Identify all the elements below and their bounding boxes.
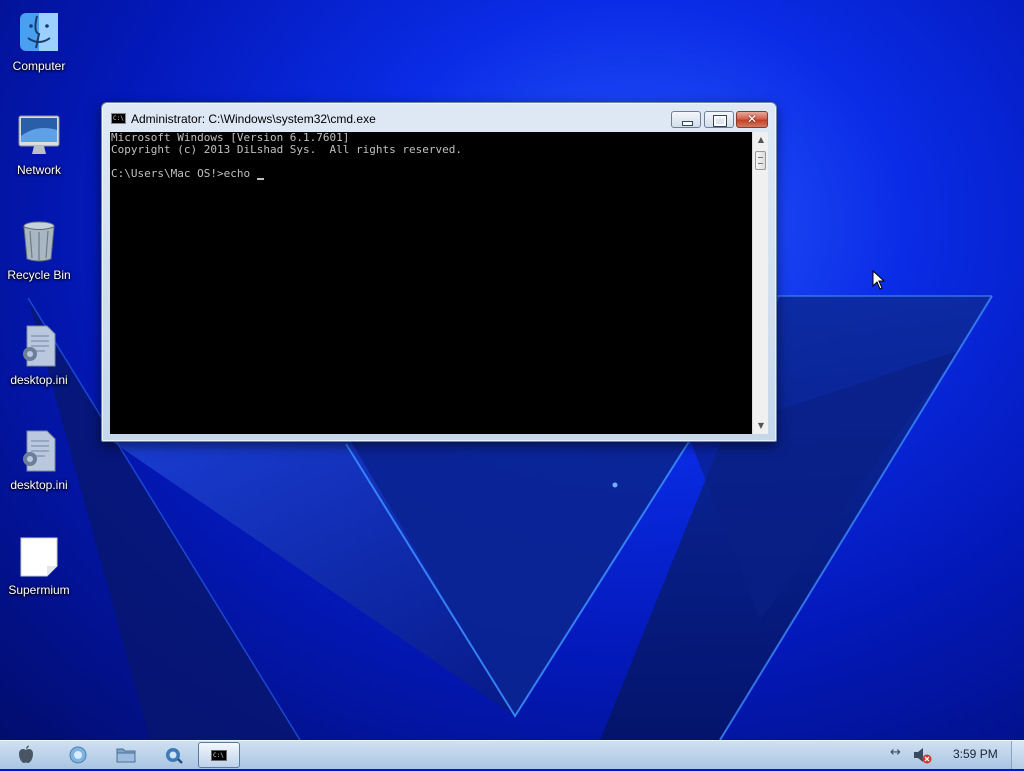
- console-prompt: C:\Users\Mac OS!>echo: [111, 167, 257, 180]
- vertical-scrollbar[interactable]: ▲ ▼: [752, 132, 768, 434]
- apple-menu-button[interactable]: [14, 743, 42, 767]
- browser-icon: [166, 748, 183, 764]
- minimize-icon: [672, 112, 700, 127]
- taskbar: C:\ ↔ 3:59 PM: [0, 740, 1024, 769]
- console-line: Copyright (c) 2013 DiLshad Sys. All righ…: [111, 143, 462, 156]
- desktop-icon-network[interactable]: Network: [0, 114, 78, 177]
- desktop-icon-label: Recycle Bin: [7, 268, 71, 282]
- text-cursor: [256, 168, 264, 180]
- desktop-icon-label: Computer: [12, 59, 66, 73]
- show-desktop-button[interactable]: [1011, 741, 1024, 769]
- window-title: Administrator: C:\Windows\system32\cmd.e…: [131, 112, 376, 126]
- desktop: Computer Network Recycle Bin desktop.ini…: [0, 0, 1024, 740]
- desktop-icon-label: desktop.ini: [10, 373, 68, 387]
- desktop-icon-label: desktop.ini: [10, 478, 68, 492]
- settings-file-icon: [17, 324, 61, 368]
- maximize-button[interactable]: [704, 111, 734, 128]
- console-output[interactable]: Microsoft Windows [Version 6.1.7601] Cop…: [110, 132, 752, 434]
- taskbar-cmd-button[interactable]: C:\: [198, 742, 240, 768]
- folder-icon: [116, 748, 136, 763]
- taskbar-folder-button[interactable]: [114, 743, 142, 767]
- desktop-icon-label: Supermium: [8, 583, 70, 597]
- taskbar-browser-button[interactable]: [162, 743, 190, 767]
- recycle-bin-icon: [17, 219, 61, 263]
- minimize-button[interactable]: [671, 111, 701, 128]
- finder-icon: [17, 10, 61, 54]
- mouse-pointer-icon: [872, 270, 886, 290]
- desktop-icon-computer[interactable]: Computer: [0, 10, 78, 73]
- title-bar[interactable]: C:\ Administrator: C:\Windows\system32\c…: [102, 103, 776, 131]
- volume-muted-icon[interactable]: [912, 745, 934, 765]
- scroll-down-arrow-icon[interactable]: ▼: [753, 418, 769, 434]
- blank-file-icon: [17, 534, 61, 578]
- network-status-icon[interactable]: ↔: [890, 745, 901, 760]
- maximize-icon: [705, 112, 733, 127]
- tray-clock[interactable]: 3:59 PM: [953, 747, 998, 761]
- desktop-icon-recycle-bin[interactable]: Recycle Bin: [0, 219, 78, 282]
- settings-file-icon: [17, 429, 61, 473]
- imac-monitor-icon: [17, 114, 61, 158]
- cmd-window[interactable]: C:\ Administrator: C:\Windows\system32\c…: [101, 102, 777, 442]
- desktop-icon-desktop-ini-2[interactable]: desktop.ini: [0, 429, 78, 492]
- scroll-thumb[interactable]: [755, 151, 766, 170]
- cmd-icon: C:\: [111, 113, 126, 124]
- desktop-icon-supermium[interactable]: Supermium: [0, 534, 78, 597]
- desktop-icon-label: Network: [16, 163, 61, 177]
- start-button[interactable]: [66, 743, 94, 767]
- apple-icon: [19, 745, 33, 763]
- cmd-icon: C:\: [211, 750, 227, 761]
- console-prompt-line: C:\Users\Mac OS!>echo: [110, 168, 752, 180]
- close-button[interactable]: ✕: [736, 111, 768, 128]
- start-orb-icon: [69, 746, 87, 764]
- scroll-up-arrow-icon[interactable]: ▲: [753, 132, 769, 148]
- desktop-icon-desktop-ini-1[interactable]: desktop.ini: [0, 324, 78, 387]
- close-icon: ✕: [746, 112, 758, 126]
